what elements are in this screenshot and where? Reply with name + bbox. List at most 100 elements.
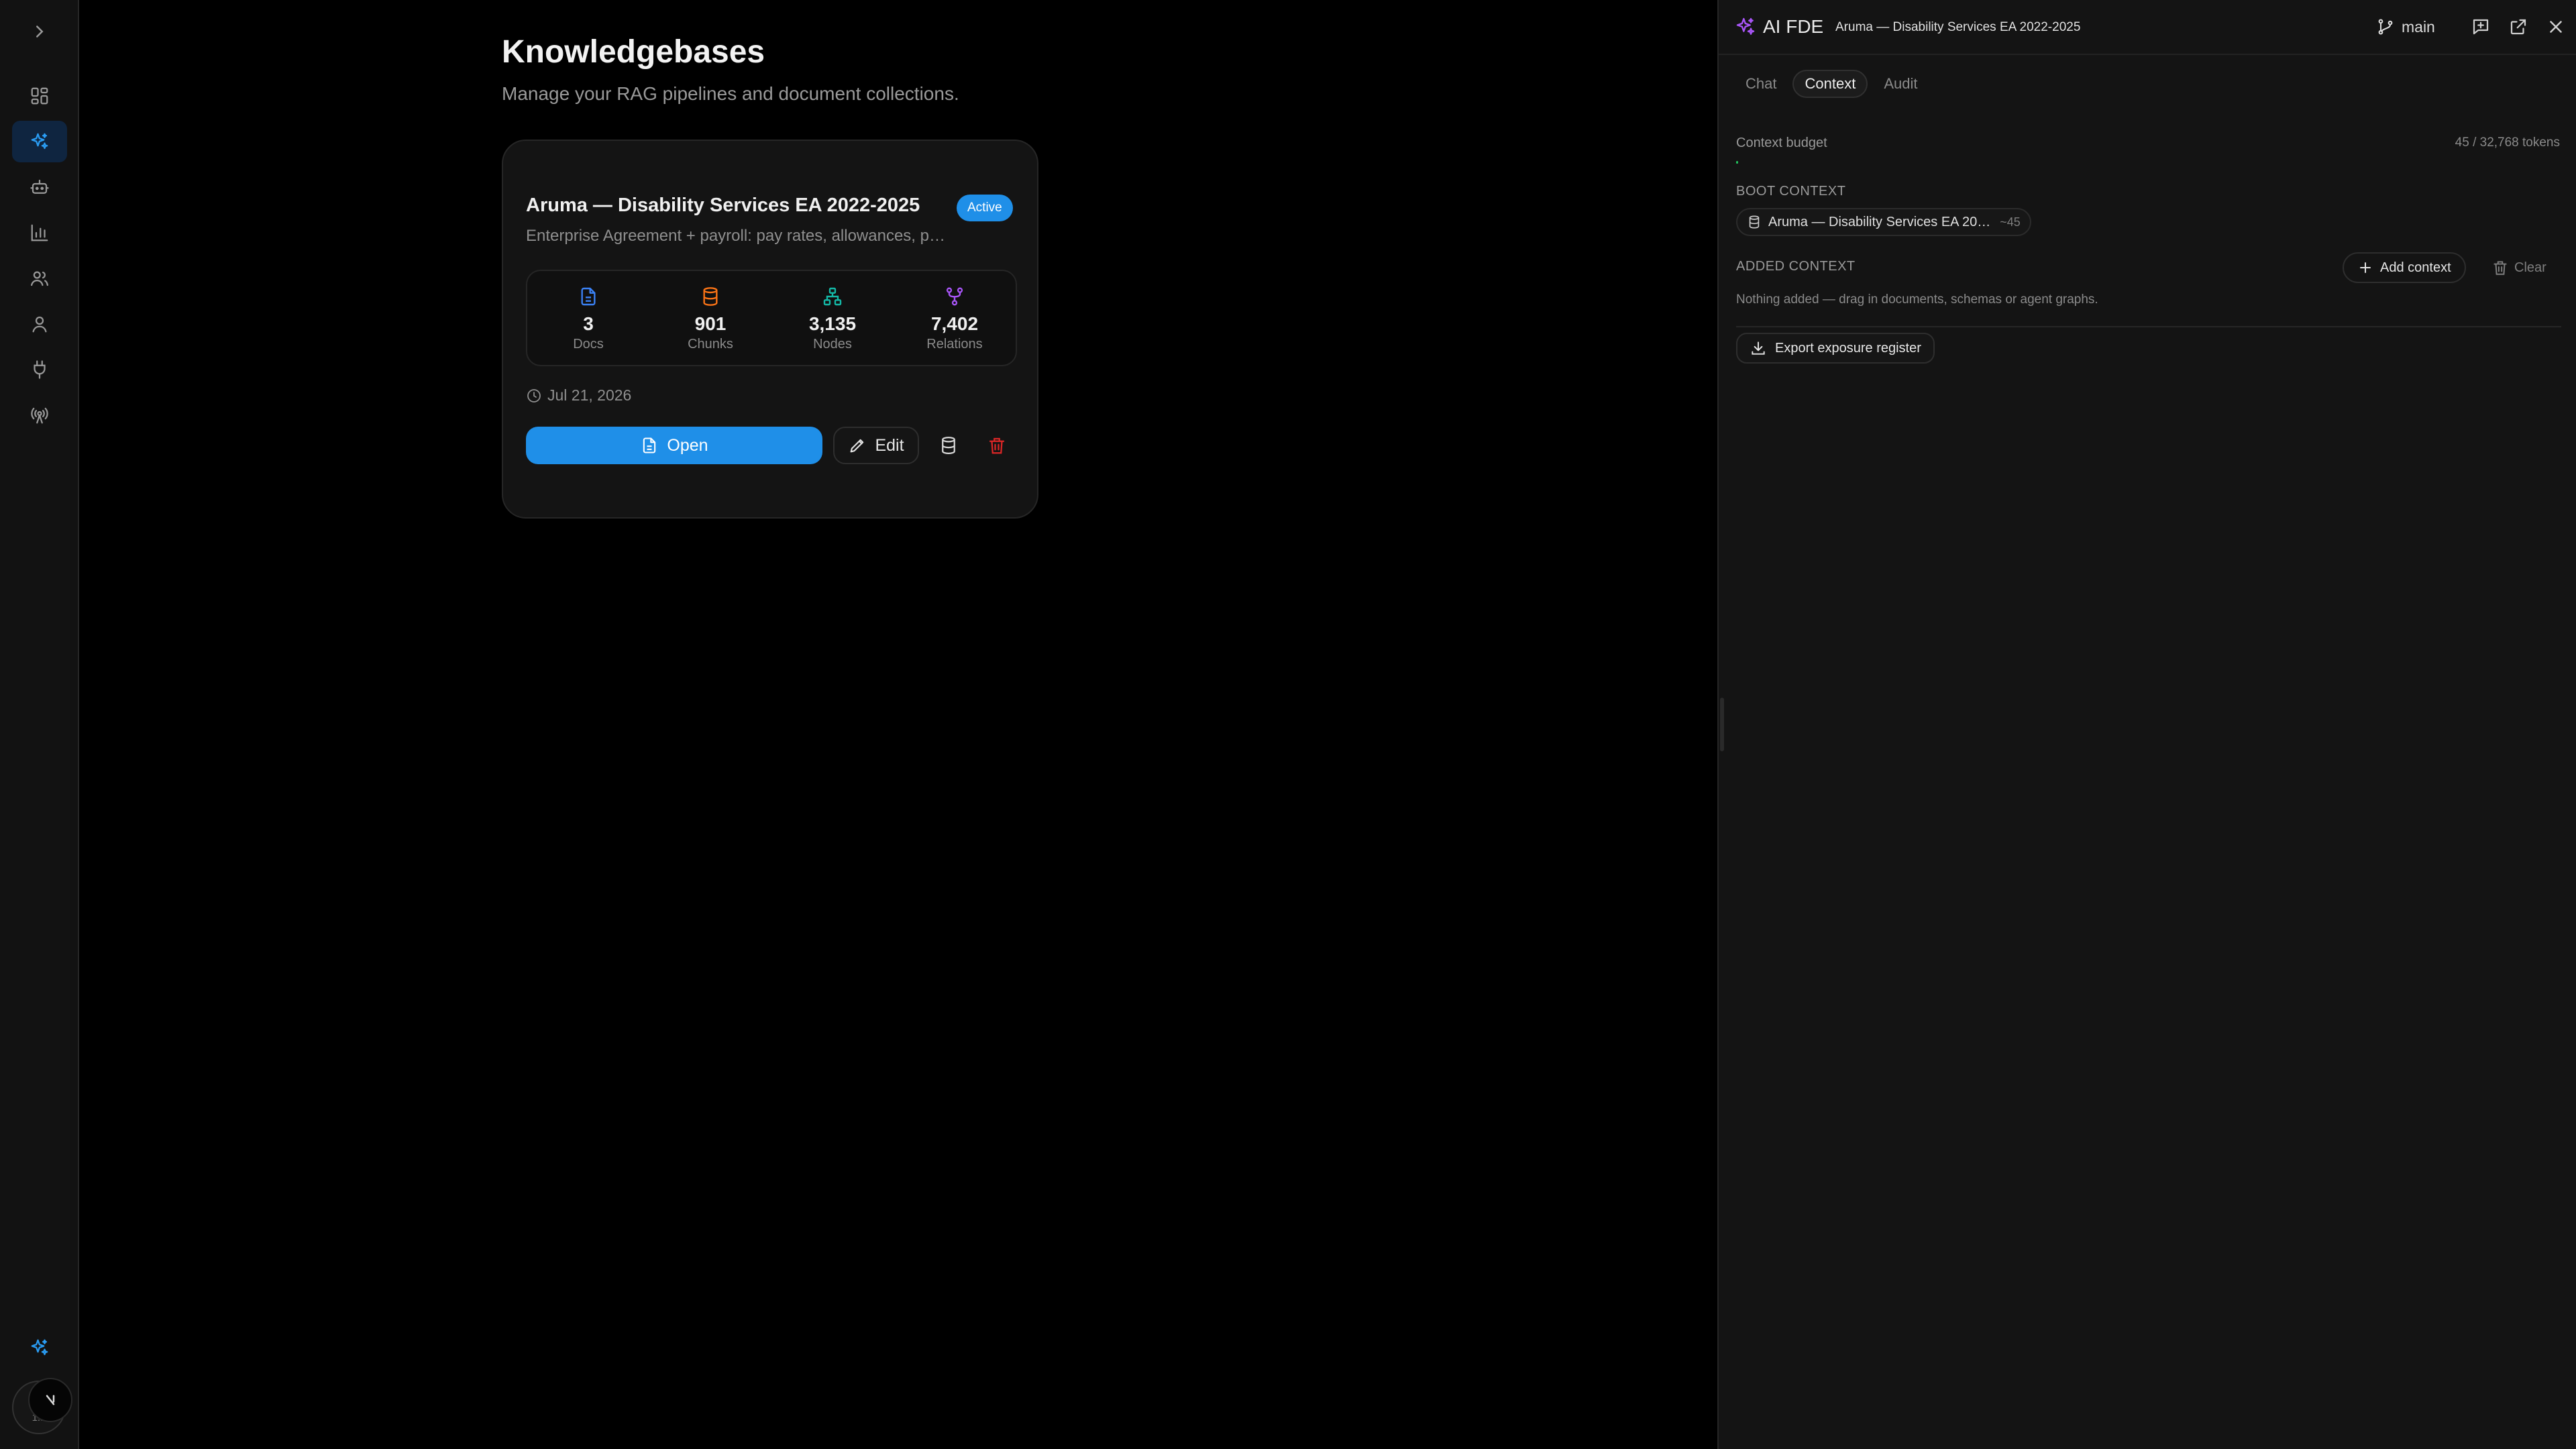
database-icon — [1749, 215, 1760, 229]
panel-tabs: Chat Context Audit — [1735, 70, 1928, 98]
branch-selector[interactable]: main — [2376, 15, 2435, 39]
sidebar-item-analytics[interactable] — [12, 212, 67, 254]
context-budget-bar — [1736, 161, 2561, 164]
context-budget-label: Context budget — [1736, 136, 1827, 150]
sidebar-rail: 1... — [0, 0, 79, 1449]
export-exposure-register-button[interactable]: Export exposure register — [1736, 333, 1935, 364]
download-icon — [1752, 341, 1765, 355]
context-budget-fill — [1736, 161, 1738, 164]
stat-chunks: 901 Chunks — [649, 271, 771, 365]
tab-context[interactable]: Context — [1792, 70, 1868, 98]
pencil-icon — [851, 439, 864, 453]
git-branch-icon — [2378, 19, 2393, 35]
clear-context-button[interactable]: Clear — [2485, 252, 2553, 283]
close-icon — [2550, 21, 2562, 33]
context-budget-value: 45 / 32,768 tokens — [2455, 136, 2560, 150]
fork-icon — [946, 287, 963, 306]
sidebar-item-ai-fde[interactable] — [12, 1327, 67, 1368]
sidebar-item-knowledgebases[interactable] — [12, 121, 67, 162]
bot-icon — [30, 179, 49, 194]
stat-relations: 7,402 Relations — [894, 271, 1016, 365]
sidebar-item-profile[interactable] — [12, 303, 67, 345]
boot-context-label: BOOT CONTEXT — [1736, 184, 1846, 199]
close-panel-button[interactable] — [2544, 15, 2568, 39]
sidebar-item-broadcast[interactable] — [12, 394, 67, 436]
boot-context-tokens: ~45 — [2000, 215, 2021, 229]
user-icon — [32, 316, 47, 333]
network-icon — [823, 287, 842, 306]
knowledgebase-description: Enterprise Agreement + payroll: pay rate… — [526, 227, 945, 245]
database-icon — [942, 437, 955, 455]
knowledgebase-name: Aruma — Disability Services EA 2022-2025 — [526, 195, 920, 216]
edit-button[interactable]: Edit — [833, 427, 919, 464]
open-label: Open — [667, 435, 708, 455]
trash-icon — [989, 437, 1005, 454]
database-button[interactable] — [930, 427, 967, 464]
sparkles-icon — [31, 1339, 48, 1356]
trash-icon — [2493, 261, 2507, 275]
added-context-label: ADDED CONTEXT — [1736, 259, 1856, 274]
edit-label: Edit — [875, 435, 904, 455]
plug-icon — [34, 360, 46, 379]
main-content: Knowledgebases Manage your RAG pipelines… — [80, 0, 1717, 1449]
open-button[interactable]: Open — [526, 427, 822, 464]
stat-value: 7,402 — [930, 313, 979, 334]
updated-date: Jul 21, 2026 — [526, 386, 631, 405]
sparkles-icon — [31, 133, 48, 150]
stat-value: 3,135 — [808, 313, 857, 334]
sparkles-icon — [1736, 17, 1755, 35]
stat-label: Nodes — [813, 337, 852, 352]
new-chat-button[interactable] — [2469, 15, 2493, 39]
stat-value: 3 — [583, 313, 594, 334]
delete-button[interactable] — [978, 427, 1016, 464]
sidebar-item-integrations[interactable] — [12, 349, 67, 390]
stat-label: Chunks — [688, 337, 733, 352]
database-icon — [703, 287, 718, 306]
panel-title: AI FDE — [1763, 16, 1824, 37]
stat-label: Relations — [926, 337, 983, 352]
stat-docs: 3 Docs — [527, 271, 649, 365]
message-plus-icon — [2473, 19, 2489, 35]
tab-audit[interactable]: Audit — [1873, 70, 1928, 98]
dashboard-grid-icon — [31, 87, 48, 105]
branch-name: main — [2402, 17, 2435, 36]
clear-label: Clear — [2514, 260, 2546, 275]
broadcast-icon — [31, 407, 48, 424]
document-icon — [643, 437, 656, 453]
expand-sidebar-button[interactable] — [12, 11, 67, 52]
knowledgebase-card[interactable]: Aruma — Disability Services EA 2022-2025… — [502, 140, 1038, 519]
external-link-icon — [2510, 19, 2526, 35]
stat-value: 901 — [694, 313, 727, 334]
ai-fde-panel: AI FDE Aruma — Disability Services EA 20… — [1717, 0, 2576, 1449]
app-root: 1... Knowledgebases Manage your RAG pipe… — [0, 0, 2576, 1449]
chevron-right-icon — [36, 25, 44, 38]
users-icon — [31, 271, 48, 286]
panel-resize-handle[interactable] — [1720, 698, 1724, 751]
divider — [1736, 326, 2561, 327]
sidebar-item-teams[interactable] — [12, 258, 67, 299]
plus-icon — [2360, 262, 2371, 273]
context-chip: Aruma — Disability Services EA 2022-2025 — [1835, 20, 2081, 34]
avatar-badge[interactable] — [28, 1378, 72, 1422]
page-title: Knowledgebases — [502, 34, 765, 70]
clock-icon — [527, 388, 541, 402]
document-icon — [581, 287, 596, 306]
bar-chart-icon — [31, 224, 48, 241]
n-logo-icon — [46, 1395, 55, 1405]
date-text: Jul 21, 2026 — [547, 386, 632, 404]
sidebar-item-agents[interactable] — [12, 166, 67, 208]
sidebar-item-dashboard[interactable] — [12, 75, 67, 117]
boot-context-name: Aruma — Disability Services EA 20… — [1768, 214, 1991, 229]
tab-chat[interactable]: Chat — [1735, 70, 1787, 98]
add-context-label: Add context — [2380, 260, 2451, 275]
stats-panel: 3 Docs 901 Chunks 3,135 Nodes 7,402 Rela… — [526, 270, 1017, 366]
stat-label: Docs — [573, 337, 604, 352]
export-label: Export exposure register — [1775, 340, 1921, 356]
stat-nodes: 3,135 Nodes — [771, 271, 894, 365]
status-badge: Active — [957, 195, 1013, 221]
add-context-button[interactable]: Add context — [2343, 252, 2466, 283]
pop-out-button[interactable] — [2506, 15, 2530, 39]
boot-context-item[interactable]: Aruma — Disability Services EA 20… ~45 — [1736, 208, 2031, 236]
panel-header: AI FDE Aruma — Disability Services EA 20… — [1719, 0, 2576, 55]
page-subtitle: Manage your RAG pipelines and document c… — [502, 83, 959, 104]
